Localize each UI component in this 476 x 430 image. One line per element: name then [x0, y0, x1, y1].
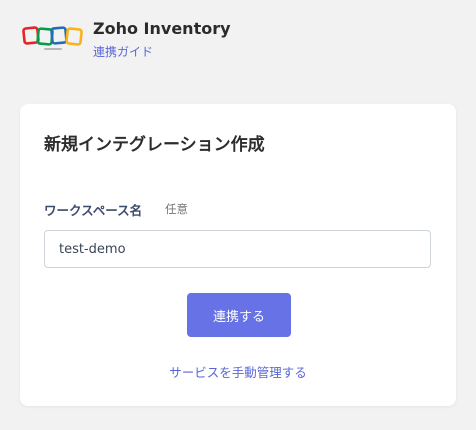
connect-button[interactable]: 連携する: [187, 293, 291, 337]
create-integration-card: 新規インテグレーション作成 ワークスペース名 任意 連携する サービスを手動管理…: [20, 104, 456, 406]
integration-guide-link[interactable]: 連携ガイド: [93, 43, 153, 60]
optional-tag: 任意: [165, 202, 188, 216]
workspace-name-input[interactable]: [44, 230, 431, 268]
manual-manage-link[interactable]: サービスを手動管理する: [20, 362, 456, 381]
zoho-logo-icon: [22, 26, 83, 50]
page-title: 新規インテグレーション作成: [44, 135, 265, 155]
workspace-name-label: ワークスペース名: [44, 203, 143, 218]
app-header: Zoho Inventory 連携ガイド: [0, 0, 476, 80]
app-name: Zoho Inventory: [93, 19, 231, 38]
